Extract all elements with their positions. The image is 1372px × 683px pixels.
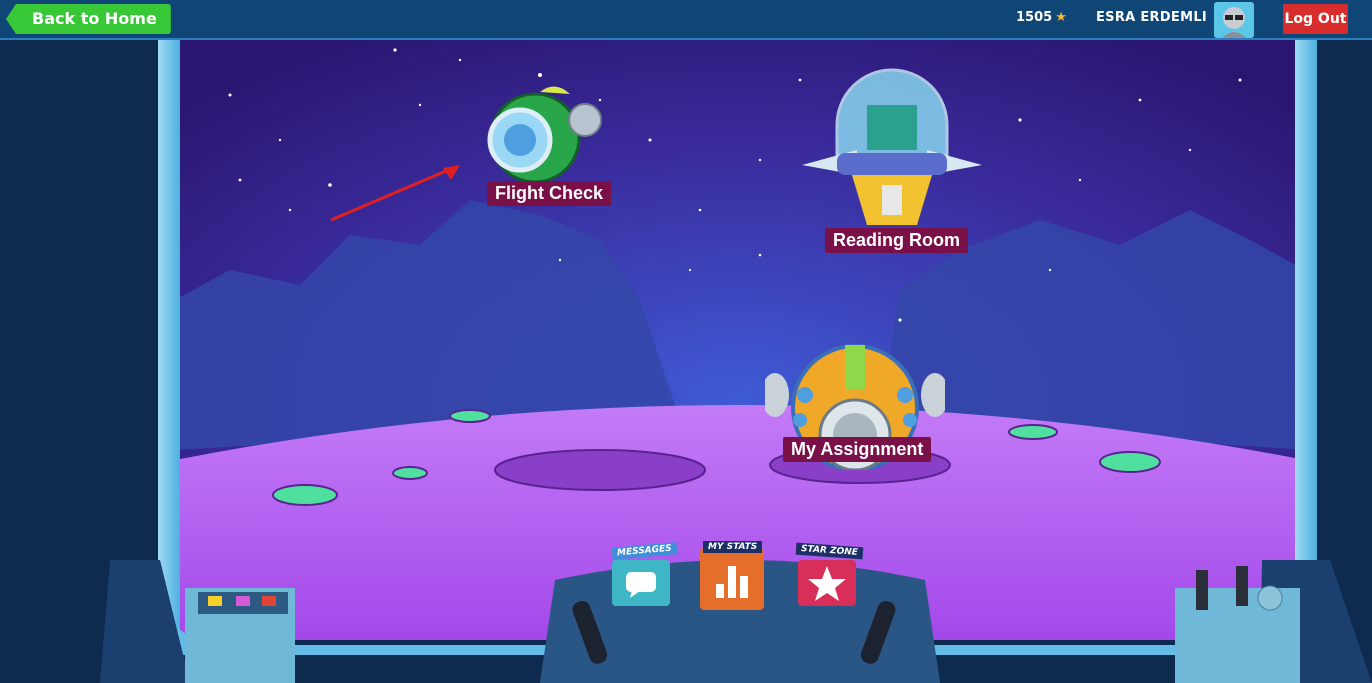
star-icon: ★: [1055, 10, 1067, 25]
my-assignment-label[interactable]: My Assignment: [783, 437, 932, 462]
star-count-value: 1505: [1016, 10, 1053, 25]
user-name: ESRA ERDEMLI: [1096, 10, 1208, 25]
star-zone-button[interactable]: [798, 560, 856, 606]
flight-check-label[interactable]: Flight Check: [487, 181, 612, 206]
my-stats-button[interactable]: [700, 548, 764, 610]
bar-chart-icon: [716, 566, 748, 598]
avatar[interactable]: [1214, 2, 1254, 38]
top-bar: Back to Home 1505 ★ ESRA ERDEMLI Log Out: [0, 0, 1372, 40]
log-out-button[interactable]: Log Out: [1283, 4, 1348, 34]
pointer-arrow-icon: [330, 165, 460, 222]
scene-background: [0, 40, 1372, 683]
messages-button[interactable]: [612, 560, 670, 606]
avatar-icon: [1222, 7, 1246, 38]
star-count: 1505 ★: [1016, 10, 1067, 25]
star-icon: [808, 566, 846, 601]
message-bubble-icon: [626, 572, 656, 592]
back-to-home-button[interactable]: Back to Home: [6, 4, 171, 34]
space-scene: Flight Check Reading Room My Assignment …: [0, 40, 1372, 683]
reading-room-rocket-icon[interactable]: [797, 65, 987, 235]
reading-room-label[interactable]: Reading Room: [825, 228, 969, 253]
